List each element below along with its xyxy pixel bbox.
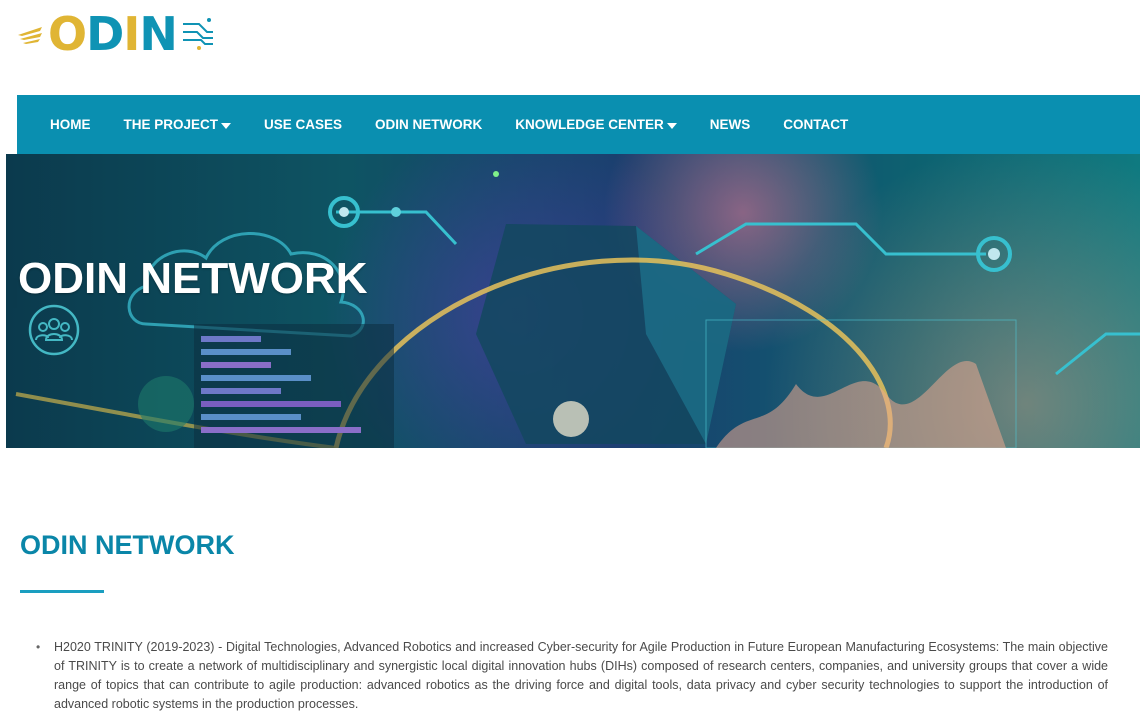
main-navbar: HOME THE PROJECT USE CASES ODIN NETWORK … [17,95,1140,154]
hero-edge-strip [6,278,17,308]
nav-item-news[interactable]: NEWS [710,117,751,132]
nav-item-label: HOME [50,117,91,132]
nav-item-label: THE PROJECT [123,117,219,132]
list-item: H2020 TRINITY (2019-2023) - Digital Tech… [36,638,1108,714]
nav-item-knowledge-center[interactable]: KNOWLEDGE CENTER [515,117,677,132]
logo-wing-icon [18,27,42,44]
nav-item-label: KNOWLEDGE CENTER [515,117,664,132]
caret-down-icon [221,123,232,129]
nav-item-label: USE CASES [264,117,343,132]
nav-item-label: NEWS [709,117,751,132]
section-heading: ODIN NETWORK [20,530,235,560]
logo-circuit-icon [182,18,213,50]
logo-letter-d: D [86,7,124,61]
nav-item-contact[interactable]: CONTACT [783,117,848,132]
heading-underline [20,590,104,593]
nav-item-home[interactable]: HOME [50,117,91,132]
logo-letter-n: N [139,7,177,61]
nav-item-use-cases[interactable]: USE CASES [264,117,342,132]
logo-text: ODIN [48,7,178,61]
hero-banner: ODIN NETWORK [6,154,1140,448]
hero-title: ODIN NETWORK [18,254,368,303]
nav-item-label: ODIN NETWORK [375,117,483,132]
nav-item-label: CONTACT [783,117,849,132]
nav-item-the-project[interactable]: THE PROJECT [124,117,232,132]
network-list: H2020 TRINITY (2019-2023) - Digital Tech… [36,638,1108,714]
people-group-icon [28,304,80,356]
caret-down-icon [666,123,677,129]
site-logo[interactable]: ODIN [16,8,215,60]
logo-letter-o: O [48,7,87,61]
nav-item-odin-network[interactable]: ODIN NETWORK [375,117,482,132]
logo-letter-i: I [123,7,140,61]
